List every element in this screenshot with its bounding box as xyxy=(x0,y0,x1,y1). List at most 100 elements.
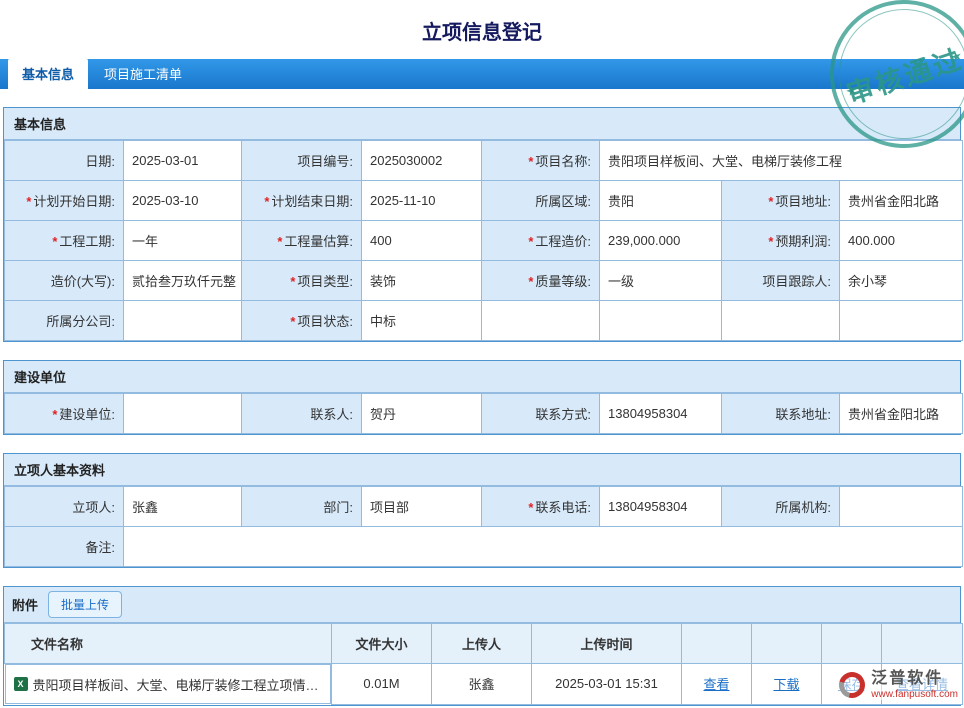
empty-cell xyxy=(481,300,600,341)
field-value-profit: 400.000 xyxy=(839,220,963,261)
section-basic-info: 基本信息 日期: 2025-03-01 项目编号: 2025030002 * 项目… xyxy=(3,107,963,342)
file-size: 0.01M xyxy=(331,663,432,705)
label-text: 工程造价: xyxy=(535,234,591,249)
label-text: 项目地址: xyxy=(775,194,831,209)
label-text: 联系电话: xyxy=(535,500,591,515)
required-mark: * xyxy=(528,274,534,289)
section-attachments: 附件 批量上传 文件名称 文件大小 上传人 上传时间 X 贵阳项目样板间、大堂、… xyxy=(3,586,963,706)
field-value-quality: 一级 xyxy=(599,260,722,301)
tab-basic-info[interactable]: 基本信息 xyxy=(8,58,89,89)
label-text: 质量等级: xyxy=(535,274,591,289)
empty-cell xyxy=(721,300,840,341)
attachments-header-row: 文件名称 文件大小 上传人 上传时间 xyxy=(4,623,963,664)
section-initiator: 立项人基本资料 立项人: 张鑫 部门: 项目部 * 联系电话: 138049583… xyxy=(3,453,963,568)
label-text: 计划开始日期: xyxy=(33,194,115,209)
field-value-tel: 13804958304 xyxy=(599,486,722,527)
field-value-tracker: 余小琴 xyxy=(839,260,963,301)
view-link[interactable]: 查看 xyxy=(703,677,729,692)
required-mark: * xyxy=(52,234,58,249)
field-value-remark xyxy=(123,526,963,567)
column-header-file-size: 文件大小 xyxy=(331,623,432,664)
field-label-builder-unit: * 建设单位: xyxy=(4,393,124,434)
required-mark: * xyxy=(528,234,534,249)
field-value-duration: 一年 xyxy=(123,220,242,261)
required-mark: * xyxy=(277,234,283,249)
field-value-builder-unit xyxy=(123,393,242,434)
field-label-status: * 项目状态: xyxy=(241,300,362,341)
field-value-contact-addr: 贵州省金阳北路 xyxy=(839,393,963,434)
column-header-empty xyxy=(681,623,752,664)
field-value-cost: 239,000.000 xyxy=(599,220,722,261)
field-label-type: * 项目类型: xyxy=(241,260,362,301)
attachments-header-bar: 附件 批量上传 xyxy=(4,587,960,623)
field-label-tracker: 项目跟踪人: xyxy=(721,260,840,301)
field-label-plan-start: * 计划开始日期: xyxy=(4,180,124,221)
table-row: 备注: xyxy=(4,526,963,567)
field-label-project-name: * 项目名称: xyxy=(481,140,600,181)
field-label-address: * 项目地址: xyxy=(721,180,840,221)
field-label-org: 所属机构: xyxy=(721,486,840,527)
tab-construction-list[interactable]: 项目施工清单 xyxy=(90,58,196,89)
field-label-cost-caps: 造价(大写): xyxy=(4,260,124,301)
attachments-title: 附件 xyxy=(12,598,39,613)
label-text: 项目状态: xyxy=(297,314,353,329)
label-text: 项目跟踪人: xyxy=(762,274,831,289)
label-text: 联系人: xyxy=(310,407,353,422)
label-text: 联系地址: xyxy=(775,407,831,422)
builder-table: * 建设单位: 联系人: 贺丹 联系方式: 13804958304 联系地址: 贵… xyxy=(4,393,963,434)
field-value-branch xyxy=(123,300,242,341)
download-link[interactable]: 下载 xyxy=(773,677,799,692)
field-label-date: 日期: xyxy=(4,140,124,181)
field-value-initiator: 张鑫 xyxy=(123,486,242,527)
field-value-type: 装饰 xyxy=(361,260,482,301)
field-label-profit: * 预期利润: xyxy=(721,220,840,261)
field-label-department: 部门: xyxy=(241,486,362,527)
field-value-date: 2025-03-01 xyxy=(123,140,242,181)
table-row: 立项人: 张鑫 部门: 项目部 * 联系电话: 13804958304 所属机构: xyxy=(4,486,963,527)
excel-file-icon: X xyxy=(13,677,28,691)
required-mark: * xyxy=(528,500,534,515)
label-text: 建设单位: xyxy=(59,407,115,422)
save-link[interactable]: 保存 xyxy=(838,677,864,692)
attachments-table: 文件名称 文件大小 上传人 上传时间 X 贵阳项目样板间、大堂、电梯厅装修工程立… xyxy=(4,623,963,705)
label-text: 联系方式: xyxy=(535,407,591,422)
required-mark: * xyxy=(290,314,296,329)
initiator-table: 立项人: 张鑫 部门: 项目部 * 联系电话: 13804958304 所属机构:… xyxy=(4,486,963,567)
field-label-quality: * 质量等级: xyxy=(481,260,600,301)
label-text: 计划结束日期: xyxy=(271,194,353,209)
field-value-status: 中标 xyxy=(361,300,482,341)
field-label-initiator: 立项人: xyxy=(4,486,124,527)
basic-info-table: 日期: 2025-03-01 项目编号: 2025030002 * 项目名称: 贵… xyxy=(4,140,963,341)
label-text: 所属区域: xyxy=(535,194,591,209)
column-header-empty xyxy=(751,623,822,664)
column-header-empty xyxy=(881,623,963,664)
section-builder-title: 建设单位 xyxy=(4,361,960,393)
field-value-cost-caps: 贰拾叁万玖仟元整 xyxy=(123,260,242,301)
table-row: * 建设单位: 联系人: 贺丹 联系方式: 13804958304 联系地址: 贵… xyxy=(4,393,963,434)
section-builder: 建设单位 * 建设单位: 联系人: 贺丹 联系方式: 13804958304 联系… xyxy=(3,360,963,435)
required-mark: * xyxy=(290,274,296,289)
field-label-plan-end: * 计划结束日期: xyxy=(241,180,362,221)
file-uploader: 张鑫 xyxy=(431,663,532,705)
field-label-region: 所属区域: xyxy=(481,180,600,221)
label-text: 项目编号: xyxy=(297,154,353,169)
batch-upload-button[interactable]: 批量上传 xyxy=(48,591,123,618)
table-row: * 计划开始日期: 2025-03-10 * 计划结束日期: 2025-11-10 … xyxy=(4,180,963,221)
column-header-empty xyxy=(821,623,882,664)
view-detail-link[interactable]: 查看详情 xyxy=(896,677,948,692)
section-initiator-title: 立项人基本资料 xyxy=(4,454,960,486)
field-value-project-name: 贵阳项目样板间、大堂、电梯厅装修工程 xyxy=(599,140,963,181)
tab-bar: 基本信息 项目施工清单 xyxy=(0,58,964,89)
required-mark: * xyxy=(528,154,534,169)
table-row: 日期: 2025-03-01 项目编号: 2025030002 * 项目名称: 贵… xyxy=(4,140,963,181)
required-mark: * xyxy=(264,194,270,209)
file-name-cell: X 贵阳项目样板间、大堂、电梯厅装修工程立项情况.. xyxy=(4,664,331,704)
label-text: 部门: xyxy=(323,500,353,515)
column-header-upload-time: 上传时间 xyxy=(531,623,682,664)
field-value-address: 贵州省金阳北路 xyxy=(839,180,963,221)
required-mark: * xyxy=(52,407,58,422)
label-text: 立项人: xyxy=(72,500,115,515)
field-label-quantity: * 工程量估算: xyxy=(241,220,362,261)
attachment-row: X 贵阳项目样板间、大堂、电梯厅装修工程立项情况.. 0.01M 张鑫 2025… xyxy=(4,663,963,705)
label-text: 项目类型: xyxy=(297,274,353,289)
